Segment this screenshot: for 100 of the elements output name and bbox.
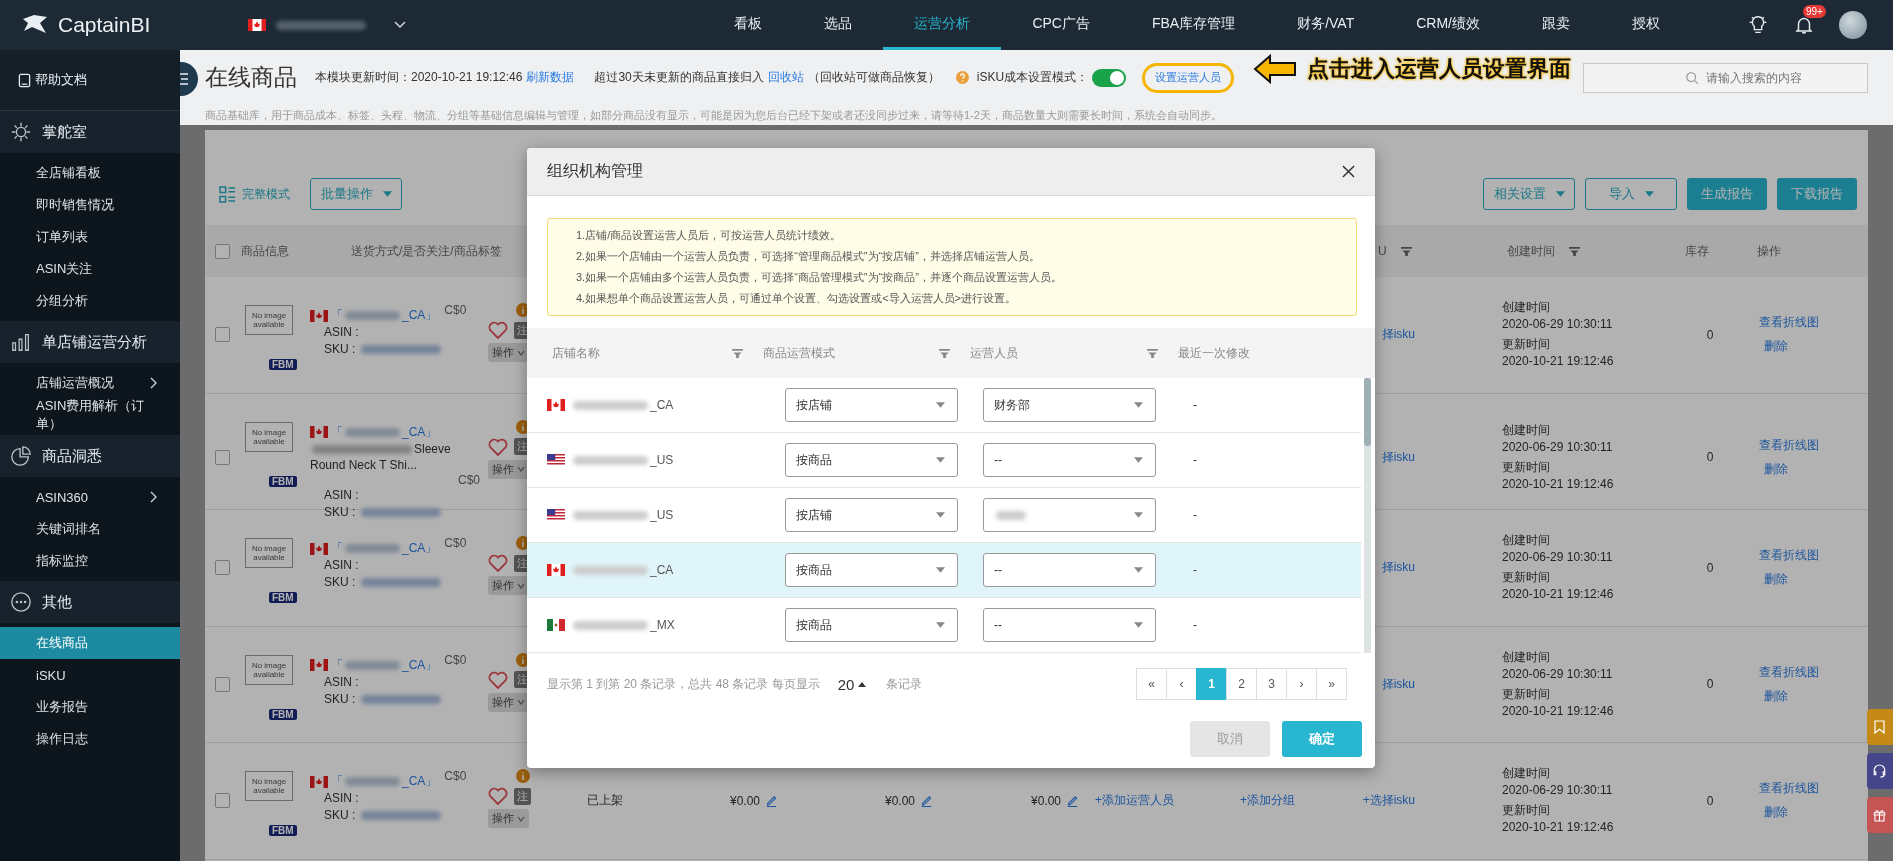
page-button[interactable]: ‹ bbox=[1166, 668, 1197, 700]
page-button[interactable]: 3 bbox=[1256, 668, 1287, 700]
sidebar-item[interactable]: 订单列表 bbox=[0, 221, 180, 253]
lightbulb-icon[interactable] bbox=[1747, 14, 1769, 36]
select-isku-link[interactable]: 择isku bbox=[1381, 559, 1415, 577]
action-link[interactable]: 查看折线图 bbox=[1759, 547, 1819, 565]
sidebar-item[interactable]: 即时销售情况 bbox=[0, 189, 180, 221]
heart-icon[interactable] bbox=[488, 670, 508, 689]
action-link[interactable]: 删除 bbox=[1764, 571, 1788, 589]
action-link[interactable]: 删除 bbox=[1764, 338, 1788, 356]
nav-tab[interactable]: 跟卖 bbox=[1511, 0, 1601, 50]
help-docs-link[interactable]: 帮助文档 bbox=[18, 71, 87, 89]
sidebar-section[interactable]: 其他 bbox=[0, 581, 180, 623]
store-name[interactable]: 「 _CA」 bbox=[331, 773, 438, 790]
add-group-link[interactable]: +添加分组 bbox=[1240, 792, 1295, 810]
nav-tab[interactable]: 授权 bbox=[1601, 0, 1691, 50]
store-name[interactable]: 「 _CA」 bbox=[331, 307, 438, 324]
refresh-link[interactable]: 刷新数据 bbox=[526, 69, 575, 86]
checkbox[interactable] bbox=[215, 793, 230, 809]
operator-select[interactable]: 财务部 bbox=[983, 388, 1156, 422]
page-size-select[interactable]: 20 bbox=[831, 674, 873, 694]
sidebar-item[interactable]: 全店铺看板 bbox=[0, 157, 180, 189]
heart-icon[interactable] bbox=[488, 787, 508, 805]
edit-icon[interactable] bbox=[1067, 794, 1079, 808]
checkbox[interactable] bbox=[215, 560, 230, 576]
page-button[interactable]: › bbox=[1286, 668, 1317, 700]
sidebar-item[interactable]: 店铺运营概况 bbox=[0, 367, 180, 399]
action-link[interactable]: 删除 bbox=[1764, 687, 1788, 705]
mode-select[interactable]: 按店铺 bbox=[785, 498, 958, 532]
nav-tab[interactable]: CRM/绩效 bbox=[1385, 0, 1511, 50]
heart-icon[interactable] bbox=[488, 321, 508, 339]
actions-dropdown[interactable]: 操作 bbox=[488, 459, 529, 479]
table-row[interactable]: _US 按商品 -- - bbox=[527, 433, 1361, 488]
store-selector[interactable] bbox=[248, 19, 406, 31]
sidebar-item[interactable]: iSKU bbox=[0, 659, 180, 691]
select-isku-link[interactable]: 择isku bbox=[1381, 448, 1415, 466]
add-operator-link[interactable]: +添加运营人员 bbox=[1095, 792, 1174, 810]
actions-dropdown[interactable]: 操作 bbox=[488, 343, 529, 362]
edit-icon[interactable] bbox=[766, 794, 778, 808]
checkbox[interactable] bbox=[215, 676, 230, 692]
set-operator-button[interactable]: 设置运营人员 bbox=[1142, 62, 1235, 93]
mode-select[interactable]: 按店铺 bbox=[785, 388, 958, 422]
mode-select[interactable]: 按商品 bbox=[785, 553, 958, 587]
actions-dropdown[interactable]: 操作 bbox=[488, 692, 529, 712]
actions-dropdown[interactable]: 操作 bbox=[488, 576, 529, 595]
note-tag[interactable]: 注 bbox=[514, 787, 531, 805]
support-button[interactable] bbox=[1867, 753, 1893, 789]
nav-tab[interactable]: 选品 bbox=[793, 0, 884, 50]
close-icon[interactable] bbox=[1342, 165, 1355, 178]
store-name[interactable]: 「 _CA」 bbox=[331, 656, 438, 674]
page-button[interactable]: 2 bbox=[1226, 668, 1257, 700]
edit-icon[interactable] bbox=[921, 794, 933, 808]
action-link[interactable]: 查看折线图 bbox=[1759, 780, 1819, 798]
filter-icon[interactable] bbox=[732, 348, 743, 358]
checkbox[interactable] bbox=[215, 327, 230, 343]
sidebar-section[interactable]: 掌舵室 bbox=[0, 111, 180, 153]
sidebar-item[interactable]: ASIN360 bbox=[0, 481, 180, 513]
operator-select[interactable]: -- bbox=[983, 443, 1156, 477]
filter-icon[interactable] bbox=[939, 348, 950, 358]
select-isku-link[interactable]: +选择isku bbox=[1362, 792, 1415, 810]
nav-tab[interactable]: 财务/VAT bbox=[1266, 0, 1386, 50]
table-row[interactable]: _US 按店铺 - bbox=[527, 488, 1361, 543]
sidebar-item[interactable]: 操作日志 bbox=[0, 723, 180, 755]
action-link[interactable]: 删除 bbox=[1764, 804, 1788, 822]
heart-icon[interactable] bbox=[488, 554, 508, 572]
mode-select[interactable]: 按商品 bbox=[785, 443, 958, 477]
store-name[interactable]: 「 _CA」 bbox=[331, 540, 438, 557]
action-link[interactable]: 查看折线图 bbox=[1759, 436, 1819, 454]
checkbox[interactable] bbox=[215, 449, 230, 465]
action-link[interactable]: 查看折线图 bbox=[1759, 663, 1819, 681]
sidebar-section[interactable]: 单店铺运营分析 bbox=[0, 321, 180, 363]
table-row[interactable]: _MX 按商品 -- - bbox=[527, 598, 1361, 653]
table-row[interactable]: _CA 按店铺 财务部 - bbox=[527, 378, 1361, 433]
sidebar-item[interactable]: 业务报告 bbox=[0, 691, 180, 723]
action-link[interactable]: 查看折线图 bbox=[1759, 314, 1819, 332]
toggle-switch[interactable] bbox=[1092, 68, 1127, 87]
operator-select[interactable]: -- bbox=[983, 553, 1156, 587]
table-row[interactable]: _CA 按商品 -- - bbox=[527, 543, 1361, 598]
sidebar-item[interactable]: 分组分析 bbox=[0, 285, 180, 317]
filter-icon[interactable] bbox=[1400, 246, 1412, 256]
bookmark-button[interactable] bbox=[1867, 709, 1893, 745]
page-button[interactable]: » bbox=[1316, 668, 1347, 700]
page-button[interactable]: « bbox=[1136, 668, 1167, 700]
help-icon[interactable] bbox=[955, 71, 969, 84]
filter-icon[interactable] bbox=[1569, 246, 1580, 256]
gift-button[interactable] bbox=[1867, 797, 1893, 833]
operator-select[interactable]: -- bbox=[983, 608, 1156, 642]
actions-dropdown[interactable]: 操作 bbox=[488, 809, 529, 828]
nav-tab[interactable]: FBA库存管理 bbox=[1120, 0, 1267, 50]
sidebar-item[interactable]: 关键词排名 bbox=[0, 513, 180, 545]
select-isku-link[interactable]: 择isku bbox=[1381, 675, 1415, 693]
heart-icon[interactable] bbox=[488, 437, 508, 456]
filter-icon[interactable] bbox=[1147, 348, 1158, 358]
mode-select[interactable]: 按商品 bbox=[785, 608, 958, 642]
sidebar-section[interactable]: 商品洞悉 bbox=[0, 435, 180, 477]
nav-tab[interactable]: CPC广告 bbox=[1001, 0, 1121, 50]
nav-tab[interactable]: 看板 bbox=[703, 0, 794, 50]
sidebar-item[interactable]: ASIN费用解析（订单） bbox=[0, 399, 180, 431]
sidebar-item[interactable]: 在线商品 bbox=[0, 627, 180, 659]
recycle-bin-link[interactable]: 回收站 bbox=[767, 69, 804, 86]
